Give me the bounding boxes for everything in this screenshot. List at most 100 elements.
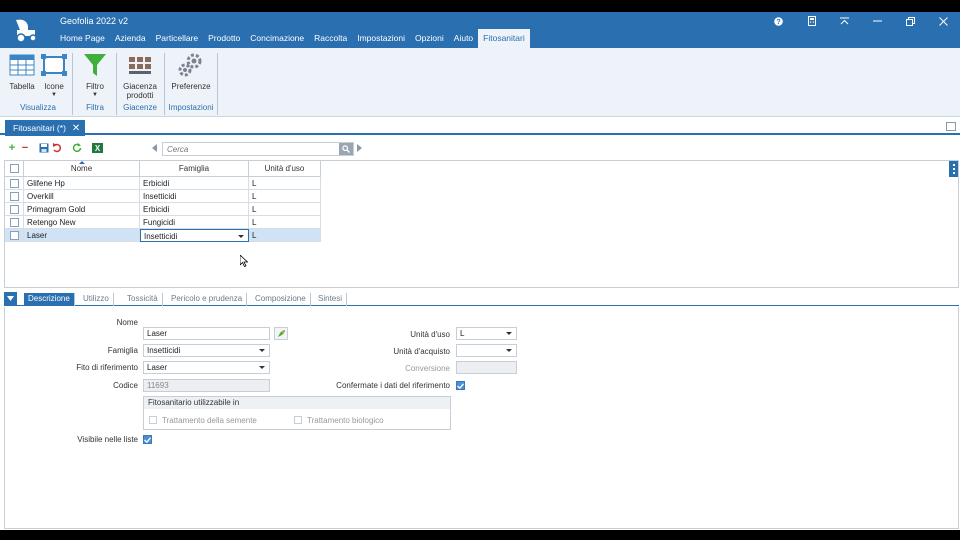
remove-icon[interactable]: − [19, 142, 31, 154]
document-tab-fitosanitari[interactable]: Fitosanitari (*) ✕ [5, 120, 86, 136]
row-checkbox[interactable] [9, 191, 19, 201]
add-icon[interactable]: + [6, 142, 18, 154]
giacenza-prodotti-button[interactable]: Giacenza prodotti [120, 52, 160, 100]
icons-view-icon [41, 54, 67, 76]
table-row[interactable]: Primagram Gold Erbicidi L [5, 203, 321, 216]
menu-fitosanitari[interactable]: Fitosanitari [478, 29, 530, 48]
column-header-unita-uso[interactable]: Unità d'uso [249, 161, 321, 177]
table-row[interactable]: Glifene Hp Erbicidi L [5, 177, 321, 190]
row-checkbox[interactable] [9, 217, 19, 227]
cell-nome[interactable]: Retengo New [24, 216, 140, 229]
cell-unita[interactable]: L [249, 216, 321, 229]
menu-aiuto[interactable]: Aiuto [449, 29, 478, 48]
dropdown-arrow-icon: ▼ [92, 92, 98, 98]
restore-icon[interactable] [894, 12, 927, 30]
table-row[interactable]: Overkill Insetticidi L [5, 190, 321, 203]
select-all-checkbox[interactable] [9, 164, 19, 173]
cell-unita[interactable]: L [249, 190, 321, 203]
visibile-liste-checkbox[interactable] [143, 435, 152, 444]
cell-unita[interactable]: L [249, 177, 321, 190]
conversione-label: Conversione [405, 364, 450, 373]
nome-input[interactable]: Laser [143, 327, 270, 340]
cell-unita[interactable]: L [249, 229, 321, 242]
menu-azienda[interactable]: Azienda [110, 29, 151, 48]
select-all-checkbox-cell [5, 161, 24, 177]
ribbon-separator [116, 53, 117, 115]
row-checkbox[interactable] [9, 178, 19, 188]
tab-sintesi[interactable]: Sintesi [314, 293, 348, 306]
save-icon[interactable] [38, 142, 50, 154]
trattamento-semente-checkbox[interactable] [149, 416, 157, 424]
usable-in-title: Fitosanitario utilizzabile in [144, 397, 450, 409]
tab-composizione[interactable]: Composizione [251, 293, 311, 306]
column-header-famiglia[interactable]: Famiglia [140, 161, 249, 177]
excel-export-icon[interactable]: X [91, 142, 103, 154]
icone-button[interactable]: Icone ▼ [40, 52, 68, 100]
tab-tossicita[interactable]: Tossicità [123, 293, 163, 306]
search-icon[interactable] [339, 143, 353, 155]
preferenze-button[interactable]: Preferenze [168, 52, 214, 91]
lookup-icon[interactable] [274, 327, 288, 340]
table-row-selected[interactable]: Laser Insetticidi L [5, 229, 321, 242]
cell-nome[interactable]: Glifene Hp [24, 177, 140, 190]
close-icon[interactable] [927, 12, 960, 30]
column-header-nome[interactable]: Nome [24, 161, 140, 177]
panel-toggle-icon[interactable] [946, 122, 956, 131]
dropdown-arrow-icon[interactable] [238, 235, 244, 238]
svg-text:?: ? [776, 19, 780, 26]
famiglia-select[interactable]: Insetticidi [143, 344, 270, 357]
cell-nome[interactable]: Laser [24, 229, 140, 242]
cell-famiglia[interactable]: Fungicidi [140, 216, 249, 229]
document-tab-strip: Fitosanitari (*) ✕ [0, 117, 960, 136]
menu-impostazioni[interactable]: Impostazioni [352, 29, 410, 48]
filtro-button[interactable]: Filtro ▼ [78, 52, 112, 100]
menu-home-page[interactable]: Home Page [55, 29, 110, 48]
filter-icon [84, 54, 106, 76]
row-checkbox[interactable] [9, 204, 19, 214]
tab-pericolo-prudenza[interactable]: Pericolo e prudenza [167, 293, 248, 306]
visibile-liste-label: Visibile nelle liste [77, 435, 138, 444]
menu-raccolta[interactable]: Raccolta [309, 29, 352, 48]
table-row[interactable]: Retengo New Fungicidi L [5, 216, 321, 229]
collapse-detail-icon[interactable] [4, 292, 17, 305]
cell-famiglia[interactable]: Erbicidi [140, 203, 249, 216]
confermate-dati-label: Confermate i dati del riferimento [336, 381, 450, 390]
cell-nome[interactable]: Overkill [24, 190, 140, 203]
menu-opzioni[interactable]: Opzioni [410, 29, 449, 48]
tab-descrizione[interactable]: Descrizione [24, 293, 75, 306]
dropdown-arrow-icon [506, 332, 512, 335]
undo-icon[interactable] [51, 142, 63, 154]
unita-uso-label: Unità d'uso [410, 330, 450, 339]
detail-tabs: Descrizione Utilizzo Tossicità Pericolo … [4, 292, 959, 306]
collapse-ribbon-icon[interactable] [828, 12, 861, 30]
grid-options-menu-icon[interactable] [949, 161, 958, 177]
tabella-button[interactable]: Tabella [6, 52, 38, 91]
cell-unita[interactable]: L [249, 203, 321, 216]
unita-acquisto-label: Unità d'acquisto [393, 347, 450, 356]
cell-famiglia-combo[interactable]: Insetticidi [140, 229, 249, 242]
search-next-icon[interactable] [357, 144, 362, 152]
cell-nome[interactable]: Primagram Gold [24, 203, 140, 216]
menu-prodotto[interactable]: Prodotto [203, 29, 245, 48]
detail-form: Nome Laser Famiglia Insetticidi Fito di … [4, 307, 959, 529]
refresh-icon[interactable] [71, 142, 83, 154]
tab-utilizzo[interactable]: Utilizzo [79, 293, 114, 306]
close-tab-icon[interactable]: ✕ [72, 123, 80, 134]
help-icon[interactable]: ? [762, 12, 795, 30]
trattamento-biologico-checkbox[interactable] [294, 416, 302, 424]
unita-acquisto-select[interactable] [456, 344, 517, 357]
search-input[interactable] [163, 143, 339, 155]
minimize-icon[interactable] [861, 12, 894, 30]
cell-famiglia[interactable]: Insetticidi [140, 190, 249, 203]
calculator-icon[interactable] [795, 12, 828, 30]
search-previous-icon[interactable] [152, 144, 157, 152]
fito-riferimento-select[interactable]: Laser [143, 361, 270, 374]
cell-famiglia[interactable]: Erbicidi [140, 177, 249, 190]
confermate-dati-checkbox[interactable] [456, 381, 465, 390]
menu-concimazione[interactable]: Concimazione [245, 29, 309, 48]
mouse-cursor-icon [240, 255, 248, 267]
row-checkbox[interactable] [9, 230, 19, 240]
menu-particellare[interactable]: Particellare [151, 29, 204, 48]
unita-uso-select[interactable]: L [456, 327, 517, 340]
sort-ascending-icon [78, 161, 85, 164]
